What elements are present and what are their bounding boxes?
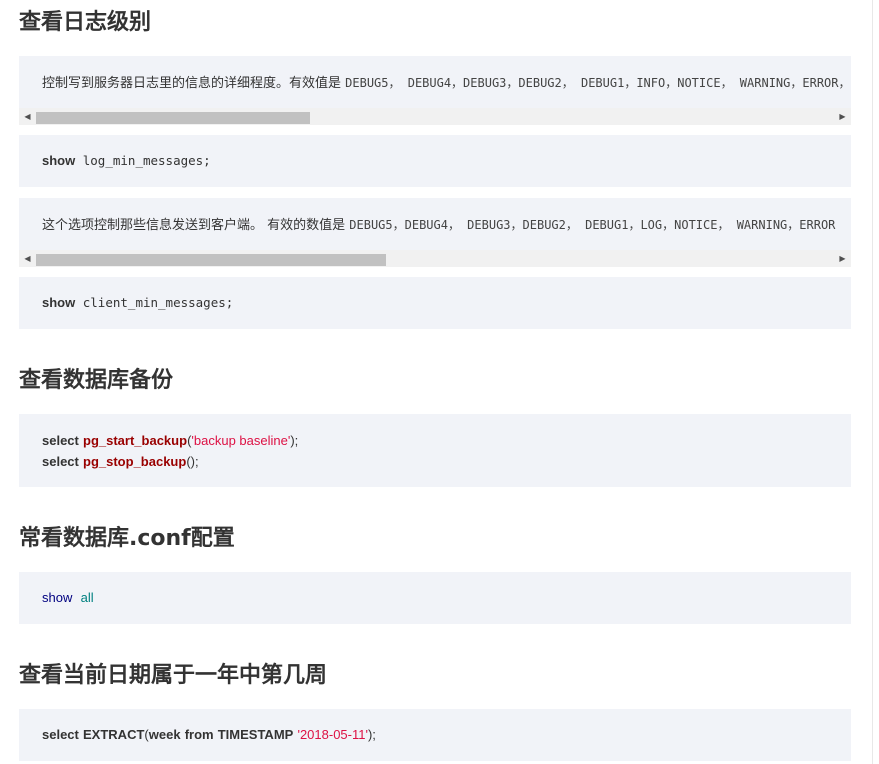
note-text-log-min: 控制写到服务器日志里的信息的详细程度。有效值是 DEBUG5， DEBUG4，D… (42, 72, 851, 91)
code-block-client-min: show client_min_messages; (19, 277, 851, 329)
keyword: select (42, 433, 79, 448)
code-block-log-min: show log_min_messages; (19, 135, 851, 187)
code-line: show log_min_messages; (42, 150, 211, 172)
horizontal-scrollbar[interactable]: ◀ ▶ (19, 250, 851, 267)
function-name: pg_start_backup (83, 433, 188, 448)
keyword: show (42, 295, 76, 310)
code-line: select EXTRACT(week from TIMESTAMP '2018… (42, 724, 376, 746)
paren: ); (190, 454, 199, 469)
code-line-stop-backup: select pg_stop_backup(); (42, 451, 199, 473)
heading-conf: 常看数据库.conf配置 (19, 526, 235, 551)
code-block-extract: select EXTRACT(week from TIMESTAMP '2018… (19, 709, 851, 761)
heading-week-of-year: 查看当前日期属于一年中第几周 (19, 663, 328, 688)
scrollbar-thumb[interactable] (36, 112, 310, 124)
string-literal: 'backup baseline' (191, 433, 291, 448)
right-divider (872, 0, 873, 764)
argument: all (80, 590, 94, 605)
string-literal: '2018-05-11' (297, 727, 368, 742)
code-block-backup: select pg_start_backup('backup baseline'… (19, 414, 851, 487)
note-values: DEBUG5，DEBUG4， DEBUG3，DEBUG2， DEBUG1，LOG… (349, 218, 836, 232)
keyword: show (42, 590, 73, 605)
heading-log-level: 查看日志级别 (19, 10, 152, 35)
paren: ); (290, 433, 299, 448)
argument: log_min_messages; (75, 153, 211, 168)
keyword: show (42, 153, 76, 168)
function-name: pg_stop_backup (83, 454, 187, 469)
keyword: select (42, 727, 79, 742)
horizontal-scrollbar[interactable]: ◀ ▶ (19, 108, 851, 125)
scroll-right-arrow-icon[interactable]: ▶ (834, 108, 851, 125)
keyword: select (42, 454, 79, 469)
note-text-client-min: 这个选项控制那些信息发送到客户端。 有效的数值是 DEBUG5，DEBUG4， … (42, 214, 835, 233)
note-description: 这个选项控制那些信息发送到客户端。 有效的数值是 (42, 218, 350, 233)
code-line-start-backup: select pg_start_backup('backup baseline'… (42, 430, 298, 452)
note-description: 控制写到服务器日志里的信息的详细程度。有效值是 (42, 76, 346, 91)
heading-backup: 查看数据库备份 (19, 368, 174, 393)
scroll-left-arrow-icon[interactable]: ◀ (19, 108, 36, 125)
scrollbar-thumb[interactable] (36, 254, 386, 266)
note-values: DEBUG5， DEBUG4，DEBUG3，DEBUG2， DEBUG1，INF… (345, 76, 851, 90)
keyword: EXTRACT (83, 727, 145, 742)
article-page: 查看日志级别 控制写到服务器日志里的信息的详细程度。有效值是 DEBUG5， D… (0, 0, 879, 764)
code-line: show all (42, 587, 94, 609)
keyword: from (184, 727, 214, 742)
keyword: TIMESTAMP (217, 727, 294, 742)
note-block-client-min[interactable]: 这个选项控制那些信息发送到客户端。 有效的数值是 DEBUG5，DEBUG4， … (19, 198, 851, 267)
keyword: week (148, 727, 181, 742)
argument: client_min_messages; (75, 295, 234, 310)
code-line: show client_min_messages; (42, 292, 233, 314)
paren: ); (367, 727, 376, 742)
code-block-show-all: show all (19, 572, 851, 624)
scroll-left-arrow-icon[interactable]: ◀ (19, 250, 36, 267)
note-block-log-min[interactable]: 控制写到服务器日志里的信息的详细程度。有效值是 DEBUG5， DEBUG4，D… (19, 56, 851, 125)
scroll-right-arrow-icon[interactable]: ▶ (834, 250, 851, 267)
